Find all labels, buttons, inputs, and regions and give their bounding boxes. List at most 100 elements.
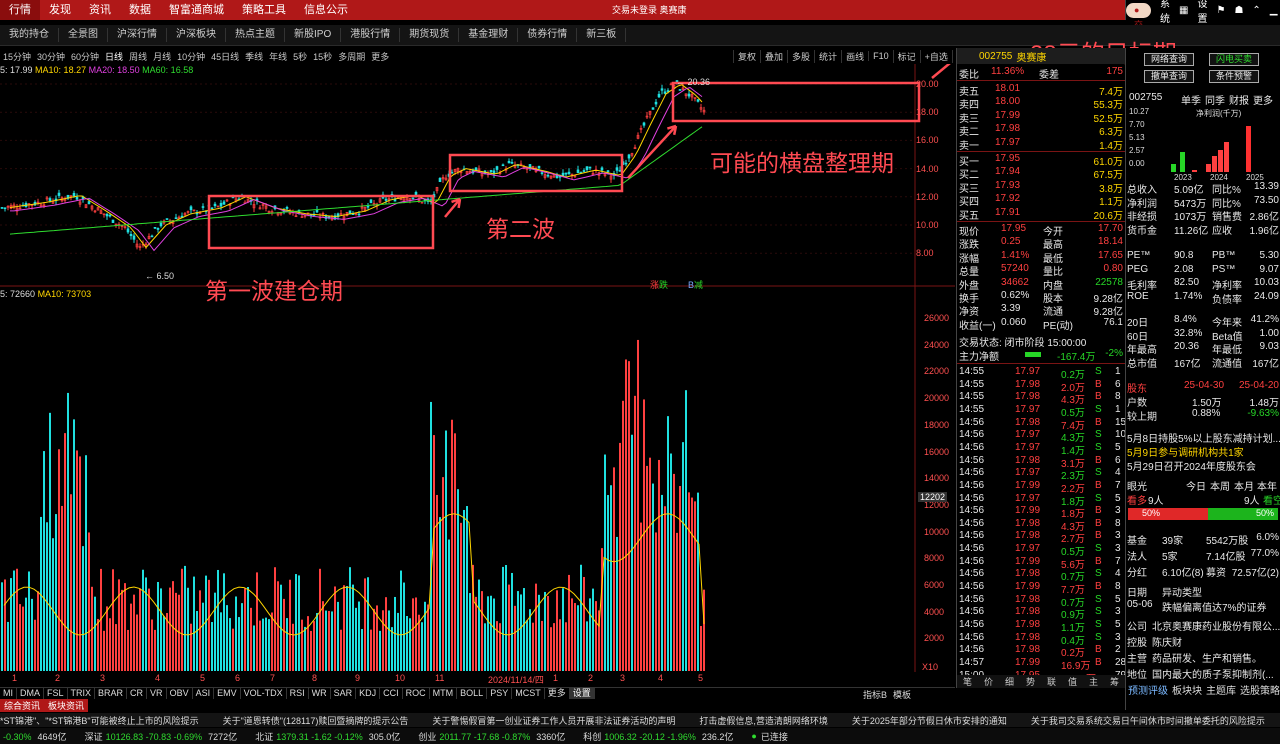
market-subtab[interactable]: 新股IPO [285,28,342,42]
mid-bottom-tab[interactable]: 价 [984,675,993,688]
news-ticker[interactable]: *ST锦港"、"*ST锦港B"可能被终止上市的风险提示 关于"道恩转债"(1281… [0,713,1280,727]
chart-tool[interactable]: 复权 [733,49,760,63]
news-item[interactable]: 关于"道恩转债"(128117)赎回暨摘牌的提示公告 [223,714,433,727]
eyes-tab[interactable]: 本周 [1210,478,1230,493]
mid-bottom-tab[interactable]: 联 [1047,675,1056,688]
chart-tool[interactable]: 画线 [841,49,868,63]
indicator-tab[interactable]: TRIX [68,688,96,699]
indicator-tab[interactable]: CR [127,688,148,699]
event-item[interactable]: 5月9日参与调研机构共1家 [1127,444,1244,459]
grid-icon[interactable]: ▦ [1179,5,1188,16]
indicator-tab[interactable]: BOLL [457,688,488,699]
mid-bottom-tab[interactable]: 笔 [963,675,972,688]
condition-alert-button[interactable]: 条件预警 [1209,70,1260,83]
indicator-tab[interactable]: VOL-TDX [241,688,287,699]
event-item[interactable]: 5月29日召开2024年度股东会 [1127,458,1256,473]
settings-menu[interactable]: 设置 [1197,0,1207,25]
indicator-tab[interactable]: OBV [167,688,193,699]
market-subtab[interactable]: 沪深板块 [167,28,226,42]
top-tab[interactable]: 策略工具 [233,0,295,20]
skin-icon[interactable]: ⚑ [1216,5,1225,16]
index-quote[interactable]: 科创 1006.32 -20.12 -1.96% 236.2亿 [583,730,733,743]
chart-tool[interactable]: 多股 [787,49,814,63]
mid-bottom-tab[interactable]: 细 [1005,675,1014,688]
minimize-icon[interactable]: ▁ [1270,5,1278,16]
chart-tool[interactable]: 标记 [892,49,920,63]
market-subtab[interactable]: 债券行情 [518,28,578,42]
period-option[interactable]: 月线 [150,50,174,63]
news-item[interactable]: *ST锦港"、"*ST锦港B"可能被终止上市的风险提示 [0,714,223,727]
indicator-tab[interactable]: FSL [44,688,68,699]
mid-bottom-tab[interactable]: 主 [1089,675,1098,688]
market-subtab[interactable]: 期货现货 [400,28,460,42]
shirt-icon[interactable]: ☗ [1234,5,1243,16]
right-bottom-link[interactable]: 预测评级 [1128,682,1168,697]
indicator-tab[interactable]: ROC [403,688,430,699]
online-query-button[interactable]: 网络查询 [1144,53,1195,66]
top-tab[interactable]: 数据 [120,0,160,20]
market-subtab[interactable]: 热点主题 [226,28,285,42]
period-option[interactable]: 5秒 [290,50,310,63]
right-bottom-link[interactable]: 主题库 [1206,682,1236,697]
period-option[interactable]: 10分钟 [174,50,208,63]
event-item[interactable]: 5月8日持股5%以上股东减持计划... [1127,430,1280,445]
fin-tab[interactable]: 更多 [1253,92,1273,107]
indicator-tab[interactable]: PSY [487,688,513,699]
eyes-tab[interactable]: 今日 [1186,478,1206,493]
period-option[interactable]: 多周期 [335,50,368,63]
chart-tool[interactable]: +自选 [919,49,952,63]
collapse-icon[interactable]: ⌃ [1252,5,1260,16]
indicator-tab[interactable]: 更多 [545,688,570,699]
indicator-tab[interactable]: CCI [380,688,403,699]
market-subtab[interactable]: 港股行情 [341,28,401,42]
right-bottom-link[interactable]: 板块块 [1172,682,1202,697]
eyes-tab[interactable]: 本年 [1257,478,1277,493]
indicator-tab[interactable]: ASI [193,688,215,699]
market-subtab[interactable]: 新三板 [577,28,627,42]
info-tab[interactable]: 综合资讯 [0,699,45,712]
right-bottom-link[interactable]: 选股策略 [1240,682,1280,697]
mid-bottom-tab[interactable]: 筹 [1110,675,1119,688]
period-option[interactable]: 30分钟 [34,50,68,63]
fin-tab[interactable]: 同季 [1205,92,1225,107]
period-option[interactable]: 季线 [242,50,266,63]
fin-tab[interactable]: 单季 [1181,92,1201,107]
news-item[interactable]: 关于警惕假冒第一创业证券工作人员开展非法证券活动的声明 [432,714,699,727]
top-tab[interactable]: 智富通商城 [160,0,233,20]
period-option[interactable]: 年线 [266,50,290,63]
info-tab[interactable]: 板块资讯 [44,699,89,712]
indicator-tab[interactable]: EMV [214,688,241,699]
flash-trade-button[interactable]: 闪电买卖 [1209,53,1260,66]
cancel-order-button[interactable]: 撤单查询 [1144,70,1195,83]
indicator-tab[interactable]: RSI [287,688,309,699]
top-tab[interactable]: 行情 [0,0,40,20]
eyes-tab[interactable]: 本月 [1234,478,1254,493]
indicator-tab[interactable]: MTM [430,688,458,699]
indicator-tab[interactable]: BRAR [95,688,128,699]
period-option[interactable]: 更多 [368,50,392,63]
indicator-tab[interactable]: MCST [512,688,545,699]
indicator-tab[interactable]: MI [0,688,17,699]
news-item[interactable]: 打击虚假信息,营造清朗网络环境 [699,714,852,727]
market-subtab[interactable]: 沪深行情 [108,28,167,42]
fin-tab[interactable]: 财报 [1229,92,1249,107]
market-subtab[interactable]: 基金理财 [459,28,519,42]
chart-tool[interactable]: 统计 [814,49,841,63]
indicator-tab[interactable]: DMA [17,688,44,699]
system-menu[interactable]: 系统 [1160,0,1170,25]
period-option[interactable]: 15秒 [310,50,335,63]
period-option[interactable]: 45日线 [208,50,242,63]
news-item[interactable]: 关于2025年部分节假日休市安排的通知 [852,714,1031,727]
mid-bottom-tab[interactable]: 势 [1026,675,1035,688]
period-option[interactable]: 日线 [102,50,126,63]
indicator-tab[interactable]: SAR [331,688,357,699]
news-item[interactable]: 关于我司交易系统交易日午间休市时间撤单委托的风险提示 [1031,714,1280,727]
index-quote[interactable]: 北证 1379.31 -1.62 -0.12% 305.0亿 [255,730,400,743]
index-quote[interactable]: 深证 10126.83 -70.83 -0.69% 7272亿 [85,730,238,743]
top-tab[interactable]: 发现 [40,0,80,20]
market-subtab[interactable]: 我的持仓 [0,28,59,42]
trade-button[interactable]: ● 交易 [1126,2,1152,45]
indicator-tab[interactable]: KDJ [356,688,381,699]
index-quote[interactable]: -0.30% 4649亿 [0,730,67,743]
top-tab[interactable]: 信息公示 [295,0,357,20]
